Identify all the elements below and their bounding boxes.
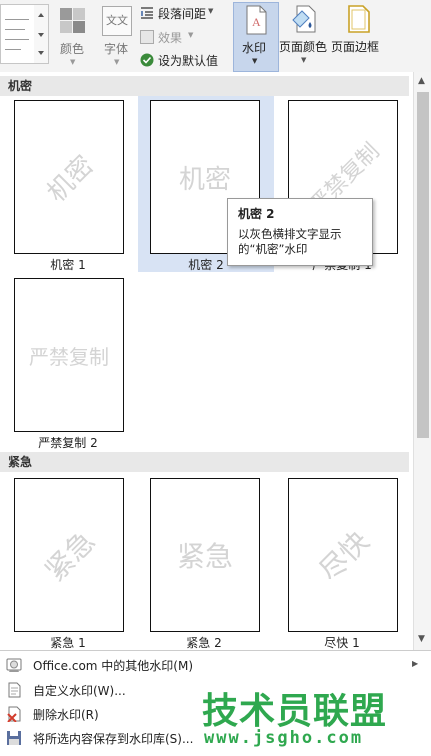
svg-text:A: A — [252, 15, 261, 29]
watermark-text: 紧急 — [176, 540, 233, 573]
style-gallery-preview[interactable] — [0, 4, 35, 64]
page-border-icon — [348, 5, 370, 33]
watermark-caption: 紧急 2 — [186, 636, 222, 650]
section-header-confidential: 机密 — [0, 76, 409, 96]
menu-item-label: 删除水印(R) — [33, 708, 99, 722]
menu-item-label: 将所选内容保存到水印库(S)... — [33, 732, 194, 746]
chevron-down-icon: ▼ — [252, 57, 258, 65]
menu-item-label: 自定义水印(W)... — [33, 684, 126, 698]
paragraph-spacing-icon — [141, 7, 153, 19]
chevron-down-icon: ▼ — [188, 31, 194, 39]
menu-item-more-watermarks[interactable]: Office.com 中的其他水印(M) ▶ — [0, 654, 431, 676]
tooltip: 机密 2 以灰色横排文字显示的“机密”水印 — [227, 198, 373, 266]
scroll-down-arrow-icon[interactable]: ▼ — [418, 634, 425, 644]
font-icon: 文文 — [102, 6, 132, 36]
watermark-item[interactable]: 尽快 尽快 1 — [286, 478, 412, 650]
watermark-caption: 紧急 1 — [50, 636, 86, 650]
paragraph-spacing-button[interactable]: 段落间距 ▼ — [140, 4, 230, 22]
chevron-down-icon: ▼ — [70, 58, 76, 66]
watermark-text: 严禁复制 — [29, 344, 109, 369]
page-color-icon — [292, 5, 316, 33]
watermark-text: 尽快 — [312, 524, 376, 588]
page-color-button[interactable]: 页面颜色 ▼ — [279, 4, 331, 68]
page-preview: 严禁复制 — [14, 278, 124, 432]
watermark-text: 紧急 — [38, 524, 102, 588]
page-preview: 机密 — [14, 100, 124, 254]
remove-watermark-icon — [7, 706, 21, 722]
watermark-caption: 尽快 1 — [324, 636, 360, 650]
watermark-item[interactable]: 紧急 紧急 1 — [12, 478, 138, 650]
watermark-gallery: 机密 机密 机密 1 机密 机密 2 严禁复制 严禁复制 1 严禁复制 严禁复制… — [0, 72, 413, 650]
watermark-item[interactable]: 严禁复制 严禁复制 2 — [12, 278, 138, 458]
fonts-button[interactable]: 文文 字体 ▼ — [100, 6, 134, 66]
office-icon — [6, 658, 22, 672]
brand-name: 技术员联盟 — [202, 691, 388, 732]
chevron-down-icon: ▼ — [114, 58, 120, 66]
style-gallery-scroll[interactable] — [34, 4, 49, 64]
paragraph-spacing-label: 段落间距 — [158, 7, 207, 21]
watermark-button[interactable]: A 水印 ▼ — [233, 2, 279, 72]
page-border-label: 页面边框 — [331, 40, 380, 54]
colors-button[interactable]: 颜色 ▼ — [56, 6, 90, 66]
watermark-icon: A — [246, 5, 267, 35]
page-preview: 尽快 — [288, 478, 398, 632]
section-header-urgent: 紧急 — [0, 452, 409, 472]
menu-item-label: Office.com 中的其他水印(M) — [33, 659, 194, 673]
watermark-caption: 机密 1 — [50, 258, 86, 272]
save-icon — [7, 731, 21, 745]
effects-label: 效果 — [158, 31, 183, 45]
checkmark-circle-icon — [140, 53, 154, 67]
watermark-item[interactable]: 紧急 紧急 2 — [148, 478, 274, 650]
scroll-up-arrow-icon[interactable]: ▲ — [418, 76, 425, 86]
scroll-thumb[interactable] — [417, 92, 429, 438]
tooltip-title: 机密 2 — [238, 207, 275, 221]
page-preview: 紧急 — [14, 478, 124, 632]
chevron-down-icon: ▼ — [208, 7, 214, 15]
watermark-caption: 严禁复制 2 — [38, 436, 98, 450]
effects-button[interactable]: 效果 ▼ — [140, 28, 230, 46]
set-default-button[interactable]: 设为默认值 — [140, 51, 230, 69]
set-default-label: 设为默认值 — [158, 54, 219, 68]
colors-label: 颜色 — [60, 42, 85, 56]
page-border-button[interactable]: 页面边框 — [331, 4, 385, 68]
fonts-label: 字体 — [104, 42, 129, 56]
effects-icon — [140, 30, 154, 44]
brand-url: www.jsgho.com — [204, 728, 364, 748]
watermark-text: 机密 — [178, 164, 231, 195]
gallery-scroll-arrows-icon — [38, 13, 44, 55]
watermark-text: 机密 — [41, 149, 100, 208]
watermark-item[interactable]: 机密 机密 1 — [12, 100, 138, 280]
custom-watermark-icon — [8, 682, 21, 698]
watermark-label: 水印 — [242, 41, 267, 55]
page-color-label: 页面颜色 — [279, 40, 328, 54]
page-preview: 紧急 — [150, 478, 260, 632]
ribbon: 颜色 ▼ 文文 字体 ▼ 段落间距 ▼ 效果 ▼ 设为默认值 A 水印 ▼ 页面… — [0, 0, 431, 73]
tooltip-description: 以灰色横排文字显示的“机密”水印 — [238, 227, 342, 256]
gallery-scrollbar[interactable]: ▲ ▼ — [413, 72, 431, 650]
chevron-right-icon: ▶ — [412, 659, 419, 668]
color-palette-icon — [60, 8, 85, 33]
chevron-down-icon: ▼ — [301, 56, 307, 64]
brand-logo: 技术员联盟 www.jsgho.com — [196, 682, 428, 750]
